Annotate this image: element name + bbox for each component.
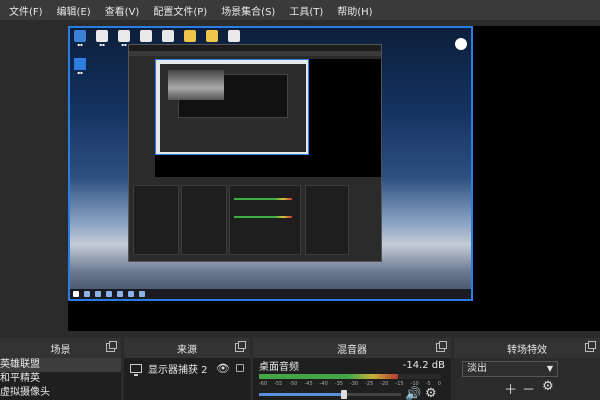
mixer-body: 桌面音频 -14.2 dB -60 -55 -50 -45 -40 -35 -30 -25 -2… [253, 358, 451, 400]
scenes-header: 场景 [0, 338, 121, 358]
transition-select-value: 淡出 [467, 363, 487, 374]
scene-item[interactable]: 虚拟摄像头 [0, 386, 121, 400]
meter-tick-label: -60 [259, 381, 268, 387]
preview-area: ▪▪ ▪▪ ▪▪ ▪▪ ▪▪ ▪▪ ▪▪ ▪▪ ▪▪ [0, 20, 600, 332]
nested-scenes-dock [133, 185, 179, 255]
chevron-down-icon: ▼ [546, 364, 553, 373]
taskbar-app-icon [128, 291, 134, 297]
meter-tick-label: -50 [289, 381, 298, 387]
meter-tick-label: -35 [334, 381, 343, 387]
transitions-header: 转场特效 [454, 338, 600, 358]
transitions-dock: 转场特效 淡出 ▼ ＋ － ⚙ [454, 338, 600, 400]
nested-inner-window [155, 59, 309, 155]
volume-meter-fill [259, 374, 398, 379]
sources-header: 来源 [124, 338, 250, 358]
mixer-channel-name: 桌面音频 [259, 361, 299, 373]
sources-list: 显示器捕获 2 👁 [124, 358, 250, 400]
meter-tick-label: -30 [349, 381, 359, 387]
monitor-icon [130, 363, 142, 376]
lock-icon[interactable] [236, 364, 244, 372]
meter-tick-label: 0 [437, 381, 441, 387]
transitions-body: 淡出 ▼ ＋ － ⚙ [454, 358, 600, 400]
taskbar-app-icon [117, 291, 123, 297]
windows-taskbar [70, 289, 471, 299]
nested-inner-capture [168, 70, 224, 100]
volume-slider-fill [259, 393, 345, 396]
taskbar-app-icon [84, 291, 90, 297]
desktop-icon: ▪▪ [72, 30, 88, 47]
obs-window: 文件(F) 编辑(E) 查看(V) 配置文件(P) 场景集合(S) 工具(T) … [0, 0, 600, 400]
desktop-icon: ▪▪ [94, 30, 110, 47]
meter-tick-label: -20 [380, 381, 389, 387]
gear-icon[interactable]: ⚙ [425, 386, 437, 400]
menu-profile[interactable]: 配置文件(P) [146, 3, 214, 18]
undock-icon[interactable] [106, 341, 117, 352]
windows-start-icon [73, 291, 79, 297]
nested-meter [234, 198, 292, 200]
undock-icon[interactable] [436, 341, 447, 352]
mixer-dock: 混音器 桌面音频 -14.2 dB -60 -55 -50 -45 -40 -35 -30-… [253, 338, 451, 400]
gear-icon[interactable]: ⚙ [542, 379, 554, 394]
mixer-title: 混音器 [337, 344, 367, 356]
menu-scene-collection[interactable]: 场景集合(S) [214, 3, 282, 18]
nested-inner-obs [160, 64, 306, 152]
menu-tools[interactable]: 工具(T) [282, 3, 330, 18]
mixer-header: 混音器 [253, 338, 451, 358]
nested-menubar [129, 51, 381, 56]
taskbar-app-icon [139, 291, 145, 297]
captured-desktop-source[interactable]: ▪▪ ▪▪ ▪▪ ▪▪ ▪▪ ▪▪ ▪▪ ▪▪ ▪▪ [68, 26, 473, 301]
desktop-widget-icon [455, 38, 467, 50]
taskbar-app-icon [95, 291, 101, 297]
meter-tick-label: -55 [274, 381, 283, 387]
mixer-channel-level: -14.2 dB [402, 359, 445, 371]
menu-view[interactable]: 查看(V) [98, 3, 147, 18]
scenes-list: 英雄联盟 和平精英 虚拟摄像头 [0, 358, 121, 400]
minus-icon[interactable]: － [522, 379, 535, 398]
scenes-title: 场景 [50, 344, 71, 356]
transitions-title: 转场特效 [507, 344, 547, 356]
bottom-docks: 场景 英雄联盟 和平精英 虚拟摄像头 来源 显示器捕获 2 👁 混音器 桌面音频… [0, 338, 600, 400]
menu-help[interactable]: 帮助(H) [330, 3, 379, 18]
volume-meter [259, 374, 441, 379]
meter-tick-label: -25 [365, 381, 374, 387]
source-item[interactable]: 显示器捕获 2 👁 [124, 360, 250, 376]
menu-file[interactable]: 文件(F) [2, 3, 50, 18]
nested-meter [234, 216, 292, 218]
nested-obs-window [128, 44, 382, 262]
scenes-dock: 场景 英雄联盟 和平精英 虚拟摄像头 [0, 338, 121, 400]
meter-tick-label: -40 [319, 381, 328, 387]
taskbar-app-icon [106, 291, 112, 297]
source-item-label: 显示器捕获 2 [148, 364, 208, 376]
menu-bar: 文件(F) 编辑(E) 查看(V) 配置文件(P) 场景集合(S) 工具(T) … [0, 0, 600, 20]
sources-title: 来源 [177, 344, 197, 356]
meter-tick-label: -15 [395, 381, 404, 387]
desktop-app-icon: ▪▪ [72, 58, 88, 75]
nested-sources-dock [181, 185, 227, 255]
meter-tick-label: -45 [304, 381, 313, 387]
nested-docks [129, 181, 381, 261]
scene-item[interactable]: 英雄联盟 [0, 358, 121, 372]
speaker-icon[interactable]: 🔊 [405, 387, 421, 400]
nested-mixer-dock [229, 185, 301, 255]
scene-item[interactable]: 和平精英 [0, 372, 121, 386]
undock-icon[interactable] [585, 341, 596, 352]
mixer-channel-row: 桌面音频 -14.2 dB [253, 358, 451, 373]
eye-icon[interactable]: 👁 [216, 362, 230, 375]
volume-slider[interactable] [259, 390, 401, 399]
undock-icon[interactable] [235, 341, 246, 352]
plus-icon[interactable]: ＋ [504, 379, 517, 398]
sources-dock: 来源 显示器捕获 2 👁 [124, 338, 250, 400]
volume-slider-handle[interactable] [341, 390, 348, 399]
menu-edit[interactable]: 编辑(E) [50, 3, 98, 18]
nested-transitions-dock [305, 185, 349, 255]
transition-select[interactable]: 淡出 ▼ [462, 361, 558, 377]
